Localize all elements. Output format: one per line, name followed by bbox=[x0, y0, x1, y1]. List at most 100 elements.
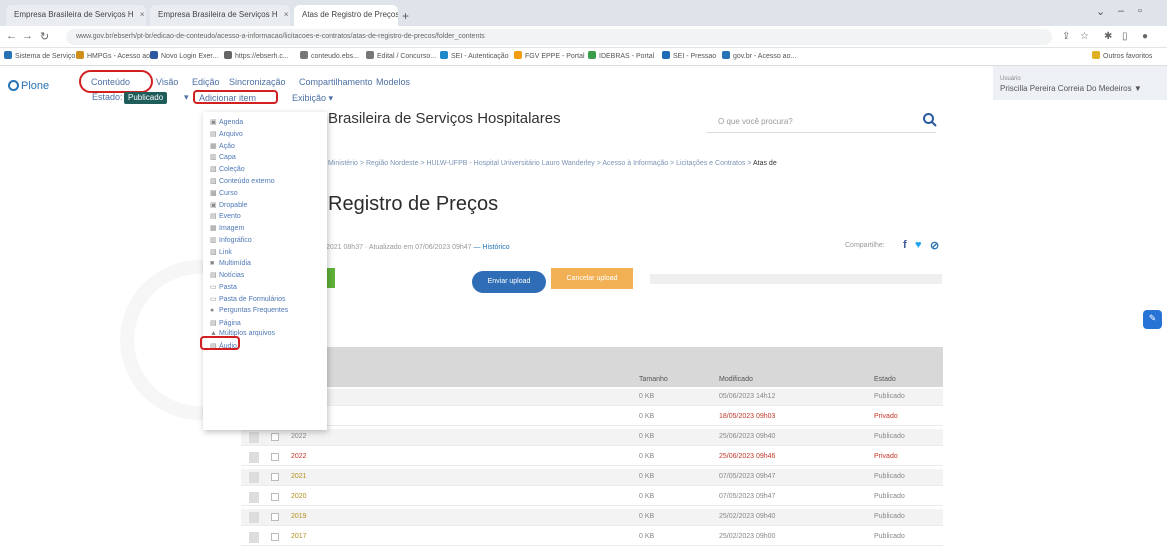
new-tab-icon[interactable]: + bbox=[402, 9, 409, 23]
forward-icon[interactable]: → bbox=[22, 30, 33, 42]
row-title[interactable]: 2021 bbox=[291, 473, 307, 480]
browser-tab[interactable]: Empresa Brasileira de Serviços H × bbox=[150, 5, 290, 26]
close-icon[interactable]: × bbox=[284, 10, 289, 19]
menu-item[interactable]: ▤ Página bbox=[210, 319, 241, 327]
bookmark[interactable]: SEI - Autenticação bbox=[440, 51, 509, 60]
row-title[interactable]: 2022 bbox=[291, 433, 307, 440]
toolbar-exibicao[interactable]: Exibição ▾ bbox=[292, 93, 333, 104]
column-header-modified[interactable]: Modificado bbox=[719, 376, 753, 383]
menu-item[interactable]: ▦ Imagem bbox=[210, 224, 244, 232]
table-row[interactable]: 2020 0 KB 07/05/2023 09h47 Publicado bbox=[241, 489, 943, 506]
bookmark[interactable]: https://ebserh.c... bbox=[224, 51, 289, 60]
facebook-icon[interactable]: f bbox=[903, 239, 907, 251]
drag-handle-icon[interactable] bbox=[249, 532, 259, 543]
browser-tab[interactable]: Empresa Brasileira de Serviços H × bbox=[6, 5, 146, 26]
drag-handle-icon[interactable] bbox=[249, 492, 259, 503]
menu-item[interactable]: ▤ Arquivo bbox=[210, 130, 243, 138]
menu-item[interactable]: ▤ Notícias bbox=[210, 271, 244, 279]
toolbar-sincronizacao[interactable]: Sincronização bbox=[229, 77, 286, 87]
bookmark[interactable]: Edital / Concurso... bbox=[366, 51, 436, 60]
breadcrumb-item[interactable]: Acesso à Informação bbox=[602, 160, 668, 167]
chat-icon[interactable]: ✎ bbox=[1143, 310, 1162, 329]
breadcrumb-item[interactable]: Ministério bbox=[328, 160, 358, 167]
menu-item[interactable]: ▭ Pasta bbox=[210, 283, 237, 291]
minimize-icon[interactable]: – bbox=[1118, 5, 1124, 17]
drag-handle-icon[interactable] bbox=[249, 472, 259, 483]
toolbar-modelos[interactable]: Modelos bbox=[376, 77, 410, 87]
row-checkbox[interactable] bbox=[271, 473, 279, 481]
menu-item[interactable]: ▥ Capa bbox=[210, 153, 236, 161]
search-icon[interactable] bbox=[922, 112, 938, 128]
menu-item[interactable]: ▣ Agenda bbox=[210, 118, 243, 126]
row-checkbox[interactable] bbox=[271, 533, 279, 541]
bookmark[interactable]: conteudo.ebs... bbox=[300, 51, 359, 60]
menu-item[interactable]: ▧ Link bbox=[210, 248, 232, 256]
close-icon[interactable]: × bbox=[140, 10, 145, 19]
browser-tab-active[interactable]: Atas de Registro de Preços — E × bbox=[294, 5, 398, 26]
breadcrumb-item[interactable]: Região Nordeste bbox=[366, 160, 419, 167]
user-name[interactable]: Priscilla Pereira Correia Do Medeiros ▼ bbox=[1000, 84, 1142, 93]
star-icon[interactable]: ☆ bbox=[1080, 31, 1089, 42]
upload-button[interactable]: Enviar upload bbox=[472, 271, 546, 293]
menu-item[interactable]: ▤ Evento bbox=[210, 212, 241, 220]
user-panel[interactable] bbox=[993, 66, 1167, 100]
profile-icon[interactable]: ● bbox=[1142, 31, 1148, 42]
table-row[interactable]: 2022 0 KB 25/06/2023 09h40 Publicado bbox=[241, 429, 943, 446]
menu-item[interactable]: ▣ Dropable bbox=[210, 201, 247, 209]
table-row[interactable]: 2022 0 KB 25/06/2023 09h46 Privado bbox=[241, 449, 943, 466]
search-input[interactable]: O que você procura? bbox=[706, 111, 936, 133]
row-title[interactable]: 2017 bbox=[291, 533, 307, 540]
status-badge[interactable]: Publicado bbox=[124, 92, 168, 104]
row-checkbox[interactable] bbox=[271, 493, 279, 501]
table-row[interactable]: 2017 0 KB 25/02/2023 09h00 Publicado bbox=[241, 529, 943, 546]
back-icon[interactable]: ← bbox=[6, 30, 17, 42]
url-field[interactable]: www.gov.br/ebserh/pt-br/edicao-de-conteu… bbox=[66, 29, 1052, 45]
menu-item[interactable]: ■ Multimídia bbox=[210, 260, 251, 267]
menu-item[interactable]: ▥ Infográfico bbox=[210, 236, 252, 244]
drag-handle-icon[interactable] bbox=[249, 452, 259, 463]
add-file-button[interactable] bbox=[326, 268, 335, 288]
drag-handle-icon[interactable] bbox=[249, 432, 259, 443]
cancel-upload-button[interactable]: Cancelar upload bbox=[551, 268, 633, 289]
menu-item[interactable]: ● Perguntas Frequentes bbox=[210, 307, 288, 314]
row-title[interactable]: 2019 bbox=[291, 513, 307, 520]
link-icon[interactable]: ⊘ bbox=[930, 239, 939, 252]
maximize-icon[interactable]: ▫ bbox=[1138, 5, 1142, 17]
bookmark[interactable]: SEI - Pressao bbox=[662, 51, 716, 60]
sidebar-icon[interactable]: ▯ bbox=[1122, 31, 1128, 42]
toolbar-compartilhamento[interactable]: Compartilhamento bbox=[299, 77, 373, 87]
share-page-icon[interactable]: ⇪ bbox=[1062, 31, 1070, 42]
bookmark-other[interactable]: Outros favoritos bbox=[1092, 51, 1152, 60]
menu-item[interactable]: ▩ Curso bbox=[210, 189, 238, 197]
reload-icon[interactable]: ↻ bbox=[40, 30, 49, 43]
table-row[interactable]: 3 - Privado0 KB18/05/2023 09h03Privado bbox=[241, 409, 943, 426]
bookmark[interactable]: Novo Login Exer... bbox=[150, 51, 218, 60]
plone-logo[interactable]: Plone bbox=[8, 80, 49, 92]
row-checkbox[interactable] bbox=[271, 453, 279, 461]
drag-handle-icon[interactable] bbox=[249, 512, 259, 523]
table-row[interactable]: 30 KB05/06/2023 14h12Publicado bbox=[241, 389, 943, 406]
breadcrumb-item[interactable]: Licitações e Contratos bbox=[676, 160, 745, 167]
window-chevron-icon[interactable]: ⌄ bbox=[1096, 5, 1105, 18]
toolbar-visao[interactable]: Visão bbox=[156, 77, 178, 87]
menu-item[interactable]: ▭ Pasta de Formulários bbox=[210, 295, 286, 303]
toolbar-estado[interactable]: Estado: bbox=[92, 92, 123, 102]
row-title[interactable]: 2020 bbox=[291, 493, 307, 500]
extension-icon[interactable]: ✱ bbox=[1104, 31, 1112, 42]
bookmark[interactable]: gov.br - Acesso ao... bbox=[722, 51, 796, 60]
status-caret-icon[interactable]: ▾ bbox=[184, 92, 189, 103]
bookmark[interactable]: Sistema de Serviço... bbox=[4, 51, 81, 60]
column-header-state[interactable]: Estado bbox=[874, 376, 896, 383]
table-row[interactable]: 2021 0 KB 07/05/2023 09h47 Publicado bbox=[241, 469, 943, 486]
menu-item[interactable]: ▨ Conteúdo externo bbox=[210, 177, 275, 185]
row-title[interactable]: 2022 bbox=[291, 453, 307, 460]
twitter-icon[interactable]: ♥ bbox=[915, 239, 922, 251]
table-row[interactable]: 2019 0 KB 25/02/2023 09h40 Publicado bbox=[241, 509, 943, 526]
breadcrumb-item[interactable]: HULW-UFPB - Hospital Universitário Lauro… bbox=[426, 160, 594, 167]
toolbar-edicao[interactable]: Edição bbox=[192, 77, 220, 87]
row-checkbox[interactable] bbox=[271, 513, 279, 521]
history-link[interactable]: — Histórico bbox=[474, 244, 510, 251]
row-checkbox[interactable] bbox=[271, 433, 279, 441]
column-header-size[interactable]: Tamanho bbox=[639, 376, 668, 383]
bookmark[interactable]: HMPGs - Acesso ao... bbox=[76, 51, 156, 60]
